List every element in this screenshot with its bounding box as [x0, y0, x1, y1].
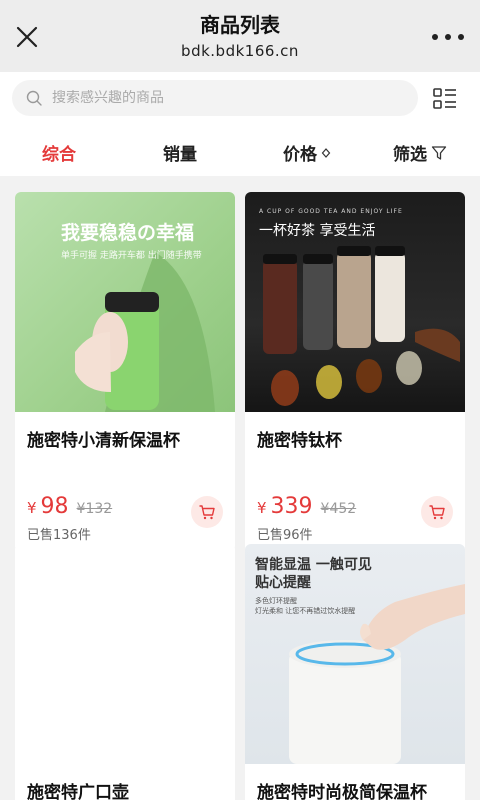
- original-price: ¥132: [76, 501, 113, 517]
- title-wrap: 商品列表 bdk.bdk166.cn: [100, 12, 380, 62]
- currency-symbol: ¥: [27, 499, 37, 517]
- add-to-cart-button[interactable]: [421, 496, 453, 528]
- price-row: ¥ 98 ¥132: [27, 494, 112, 519]
- cart-icon: [199, 505, 215, 520]
- page-title: 商品列表: [200, 13, 280, 37]
- product-price: 339: [270, 494, 313, 519]
- page-domain: bdk.bdk166.cn: [181, 42, 299, 60]
- close-button[interactable]: [12, 22, 42, 52]
- sold-count: 已售96件: [257, 528, 313, 543]
- search-input[interactable]: [52, 90, 382, 106]
- sort-bar: 综合 销量 价格 筛选: [0, 126, 480, 176]
- image-subcaption-line2: 灯光柔和 让您不再错过饮水提醒: [255, 607, 356, 615]
- more-icon: [432, 34, 438, 40]
- product-card[interactable]: A CUP OF GOOD TEA AND ENJOY LIFE 一杯好茶 享受…: [245, 192, 465, 552]
- tab-label: 销量: [163, 145, 197, 165]
- original-price: ¥452: [320, 501, 357, 517]
- tab-comprehensive[interactable]: 综合: [42, 140, 76, 165]
- tab-price[interactable]: 价格: [283, 140, 331, 165]
- tab-label: 综合: [42, 145, 76, 165]
- currency-symbol: ¥: [257, 499, 267, 517]
- product-card[interactable]: 施密特广口壶: [15, 544, 235, 800]
- product-name: 施密特钛杯: [257, 431, 342, 451]
- image-caption-line2: 贴心提醒: [255, 575, 311, 591]
- product-price: 98: [40, 494, 69, 519]
- search-box[interactable]: [12, 80, 418, 116]
- tab-sales[interactable]: 销量: [163, 140, 197, 165]
- add-to-cart-button[interactable]: [191, 496, 223, 528]
- search-icon: [26, 90, 42, 106]
- close-icon: [16, 26, 38, 48]
- image-subcaption: 单手可握 走路开车都 出门随手携带: [61, 251, 202, 261]
- image-tagline: A CUP OF GOOD TEA AND ENJOY LIFE: [259, 208, 403, 215]
- layout-toggle-button[interactable]: [432, 86, 458, 112]
- product-image: [15, 544, 235, 764]
- image-caption-line1: 智能显温 一触可见: [255, 557, 372, 573]
- sold-count: 已售136件: [27, 528, 91, 543]
- image-caption: 一杯好茶 享受生活: [259, 223, 376, 239]
- product-name: 施密特广口壶: [27, 783, 129, 800]
- tab-label: 价格: [283, 145, 317, 165]
- funnel-icon: [431, 145, 447, 160]
- more-button[interactable]: [432, 30, 464, 44]
- product-image: A CUP OF GOOD TEA AND ENJOY LIFE 一杯好茶 享受…: [245, 192, 465, 412]
- product-name: 施密特小清新保温杯: [27, 431, 180, 451]
- image-caption: 我要稳稳の幸福: [61, 222, 195, 244]
- product-image: 智能显温 一触可见 贴心提醒 多色灯环提醒 灯光柔和 让您不再错过饮水提醒: [245, 544, 465, 764]
- price-row: ¥ 339 ¥452: [257, 494, 356, 519]
- search-bar: [0, 72, 480, 126]
- list-layout-icon: [433, 88, 456, 109]
- title-bar: 商品列表 bdk.bdk166.cn: [0, 0, 480, 72]
- tab-label: 筛选: [393, 145, 427, 165]
- cart-icon: [429, 505, 445, 520]
- product-name: 施密特时尚极简保温杯: [257, 783, 427, 800]
- product-grid: 我要稳稳の幸福 单手可握 走路开车都 出门随手携带 施密特小清新保温杯 ¥ 98…: [0, 176, 480, 800]
- product-card[interactable]: 我要稳稳の幸福 单手可握 走路开车都 出门随手携带 施密特小清新保温杯 ¥ 98…: [15, 192, 235, 552]
- image-subcaption-line1: 多色灯环提醒: [255, 597, 297, 605]
- product-card[interactable]: 智能显温 一触可见 贴心提醒 多色灯环提醒 灯光柔和 让您不再错过饮水提醒 施密…: [245, 544, 465, 800]
- product-image: 我要稳稳の幸福 单手可握 走路开车都 出门随手携带: [15, 192, 235, 412]
- tab-filter[interactable]: 筛选: [393, 140, 447, 165]
- sort-diamond-icon: [321, 147, 331, 158]
